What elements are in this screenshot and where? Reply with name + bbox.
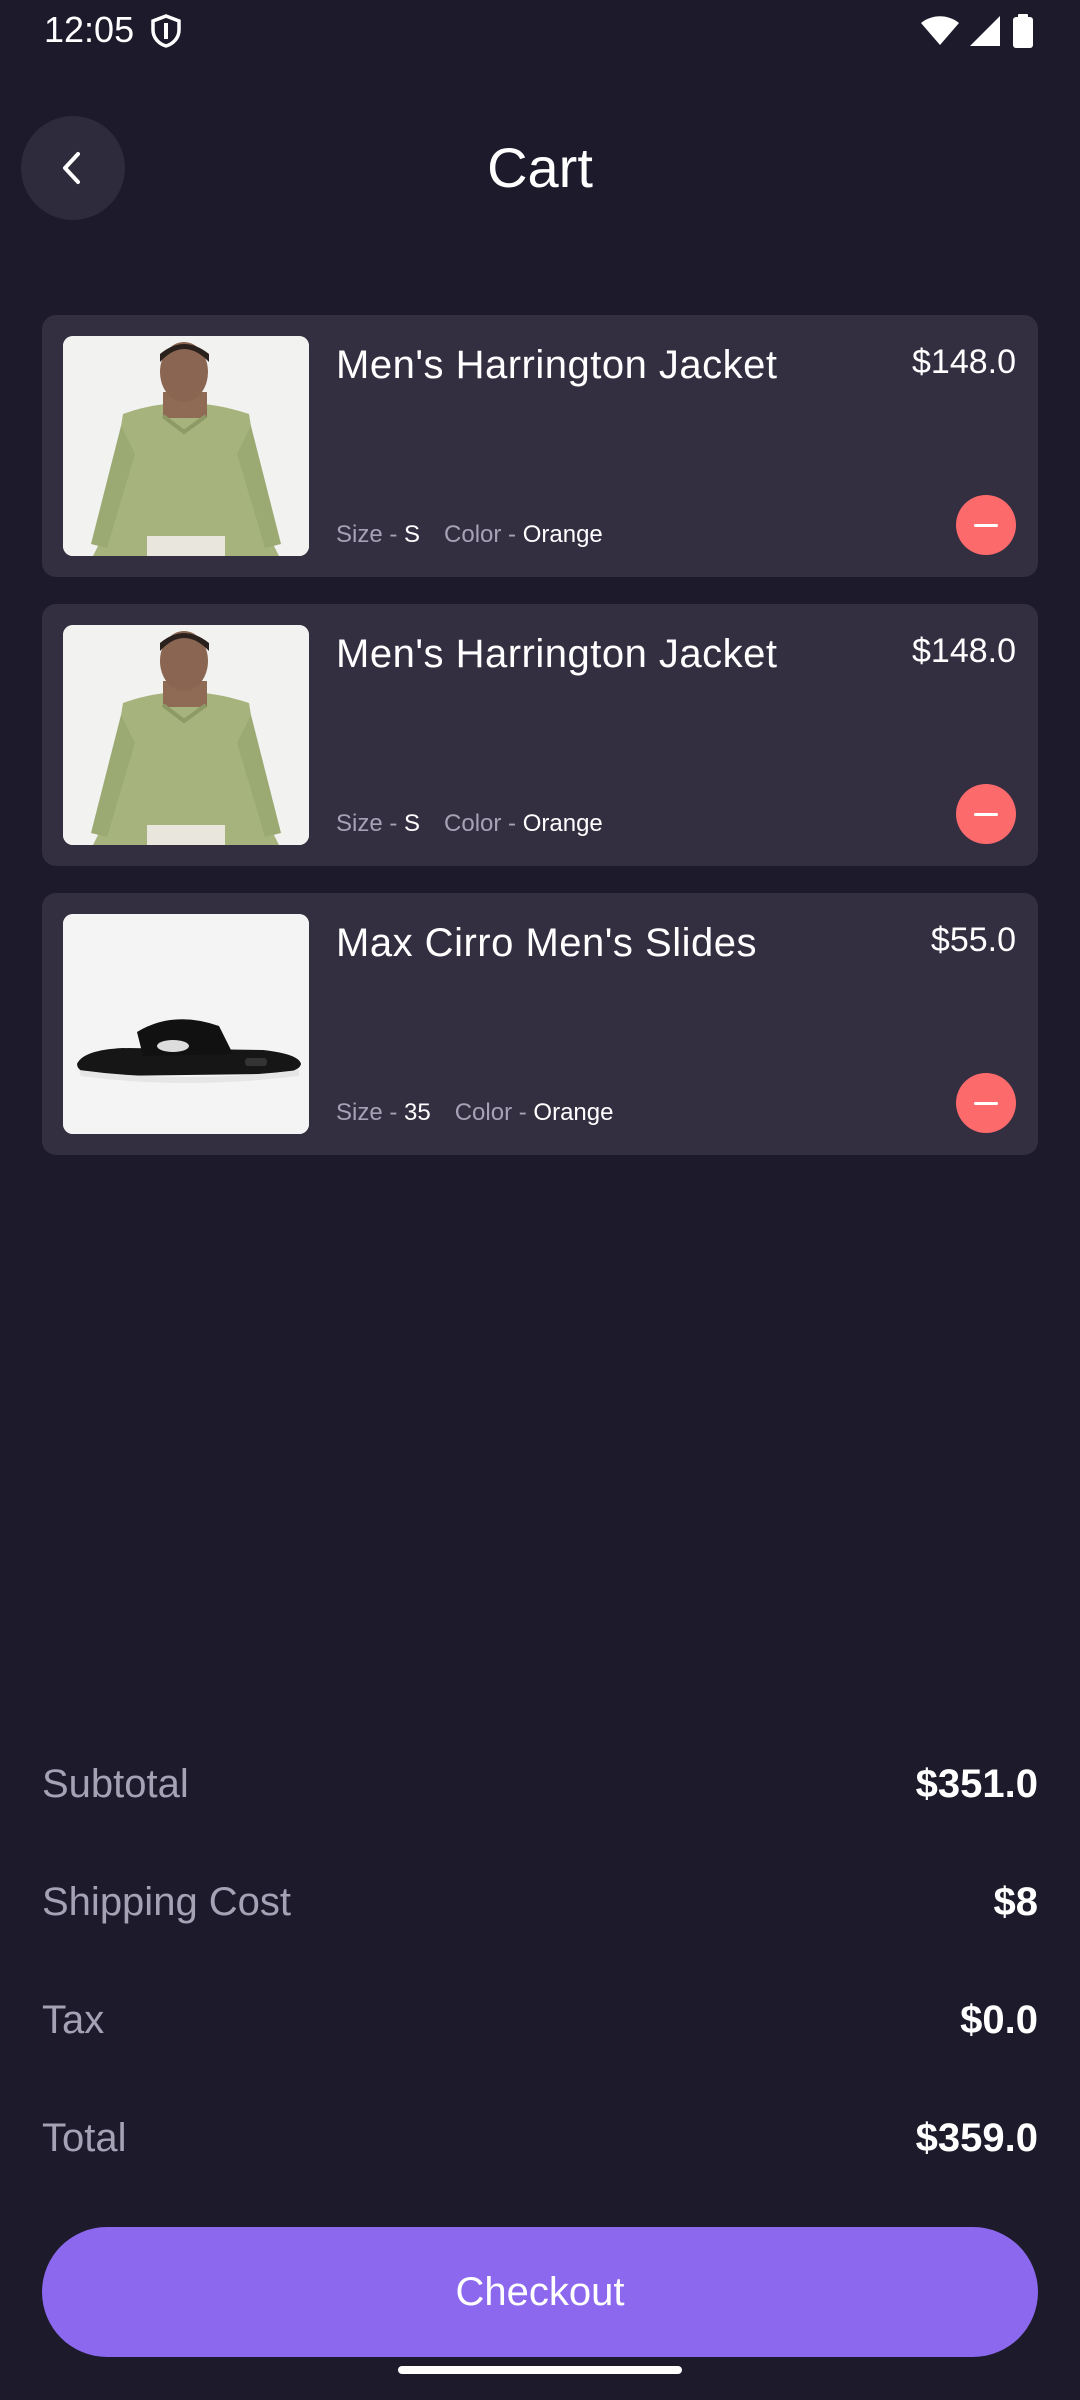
minus-icon xyxy=(974,1101,998,1105)
subtotal-value: $351.0 xyxy=(915,1762,1038,1806)
shipping-row: Shipping Cost $8 xyxy=(42,1870,1038,1988)
remove-item-button[interactable] xyxy=(956,495,1016,555)
order-summary: Subtotal $351.0 Shipping Cost $8 Tax $0.… xyxy=(42,1752,1038,2224)
item-name: Men's Harrington Jacket xyxy=(336,632,778,676)
size-value: 35 xyxy=(404,1099,431,1126)
checkout-button[interactable]: Checkout xyxy=(42,2227,1038,2357)
product-image-jacket xyxy=(63,336,309,556)
size-value: S xyxy=(404,810,421,837)
item-meta: Size - S Color - Orange xyxy=(336,520,627,550)
product-image-jacket xyxy=(63,625,309,845)
item-meta: Size - S Color - Orange xyxy=(336,809,627,839)
cart-item[interactable]: Max Cirro Men's Slides $55.0 Size - 35 Co… xyxy=(42,893,1038,1155)
shield-icon xyxy=(151,14,181,48)
minus-icon xyxy=(974,523,998,527)
color-value: Orange xyxy=(522,521,603,548)
item-name: Men's Harrington Jacket xyxy=(336,343,778,387)
shipping-label: Shipping Cost xyxy=(42,1880,292,1924)
status-icons xyxy=(920,14,1034,48)
item-price: $55.0 xyxy=(930,921,1016,959)
total-row: Total $359.0 xyxy=(42,2106,1038,2224)
remove-item-button[interactable] xyxy=(956,784,1016,844)
color-label: Color - xyxy=(454,1099,534,1126)
size-label: Size - xyxy=(336,521,405,548)
shipping-value: $8 xyxy=(993,1880,1039,1924)
size-label: Size - xyxy=(336,810,405,837)
color-value: Orange xyxy=(533,1099,614,1126)
status-time: 12:05 xyxy=(44,9,135,50)
home-indicator[interactable] xyxy=(398,2366,682,2374)
item-price: $148.0 xyxy=(912,632,1016,670)
size-label: Size - xyxy=(336,1099,405,1126)
page-title: Cart xyxy=(487,136,593,199)
tax-label: Tax xyxy=(42,1998,105,2042)
status-bar: 12:05 xyxy=(0,0,1080,60)
total-value: $359.0 xyxy=(915,2116,1038,2160)
item-name: Max Cirro Men's Slides xyxy=(336,921,757,965)
battery-icon xyxy=(1013,14,1033,48)
wifi-icon xyxy=(921,16,959,45)
signal-icon xyxy=(970,16,1000,46)
subtotal-row: Subtotal $351.0 xyxy=(42,1752,1038,1870)
remove-item-button[interactable] xyxy=(956,1073,1016,1133)
tax-row: Tax $0.0 xyxy=(42,1988,1038,2106)
cart-list: Men's Harrington Jacket $148.0 Size - SC… xyxy=(42,315,1038,1182)
item-meta: Size - 35 Color - Orange xyxy=(336,1098,637,1128)
minus-icon xyxy=(974,812,998,816)
subtotal-label: Subtotal xyxy=(42,1762,189,1806)
tax-value: $0.0 xyxy=(960,1998,1038,2042)
cart-item[interactable]: Men's Harrington Jacket $148.0 Size - SC… xyxy=(42,604,1038,866)
size-value: S xyxy=(404,521,421,548)
color-label: Color - xyxy=(444,810,523,837)
cart-item[interactable]: Men's Harrington Jacket $148.0 Size - SC… xyxy=(42,315,1038,577)
product-image-slides xyxy=(63,914,309,1134)
color-label: Color - xyxy=(444,521,523,548)
color-value: Orange xyxy=(522,810,603,837)
item-price: $148.0 xyxy=(912,343,1016,381)
total-label: Total xyxy=(42,2116,127,2160)
